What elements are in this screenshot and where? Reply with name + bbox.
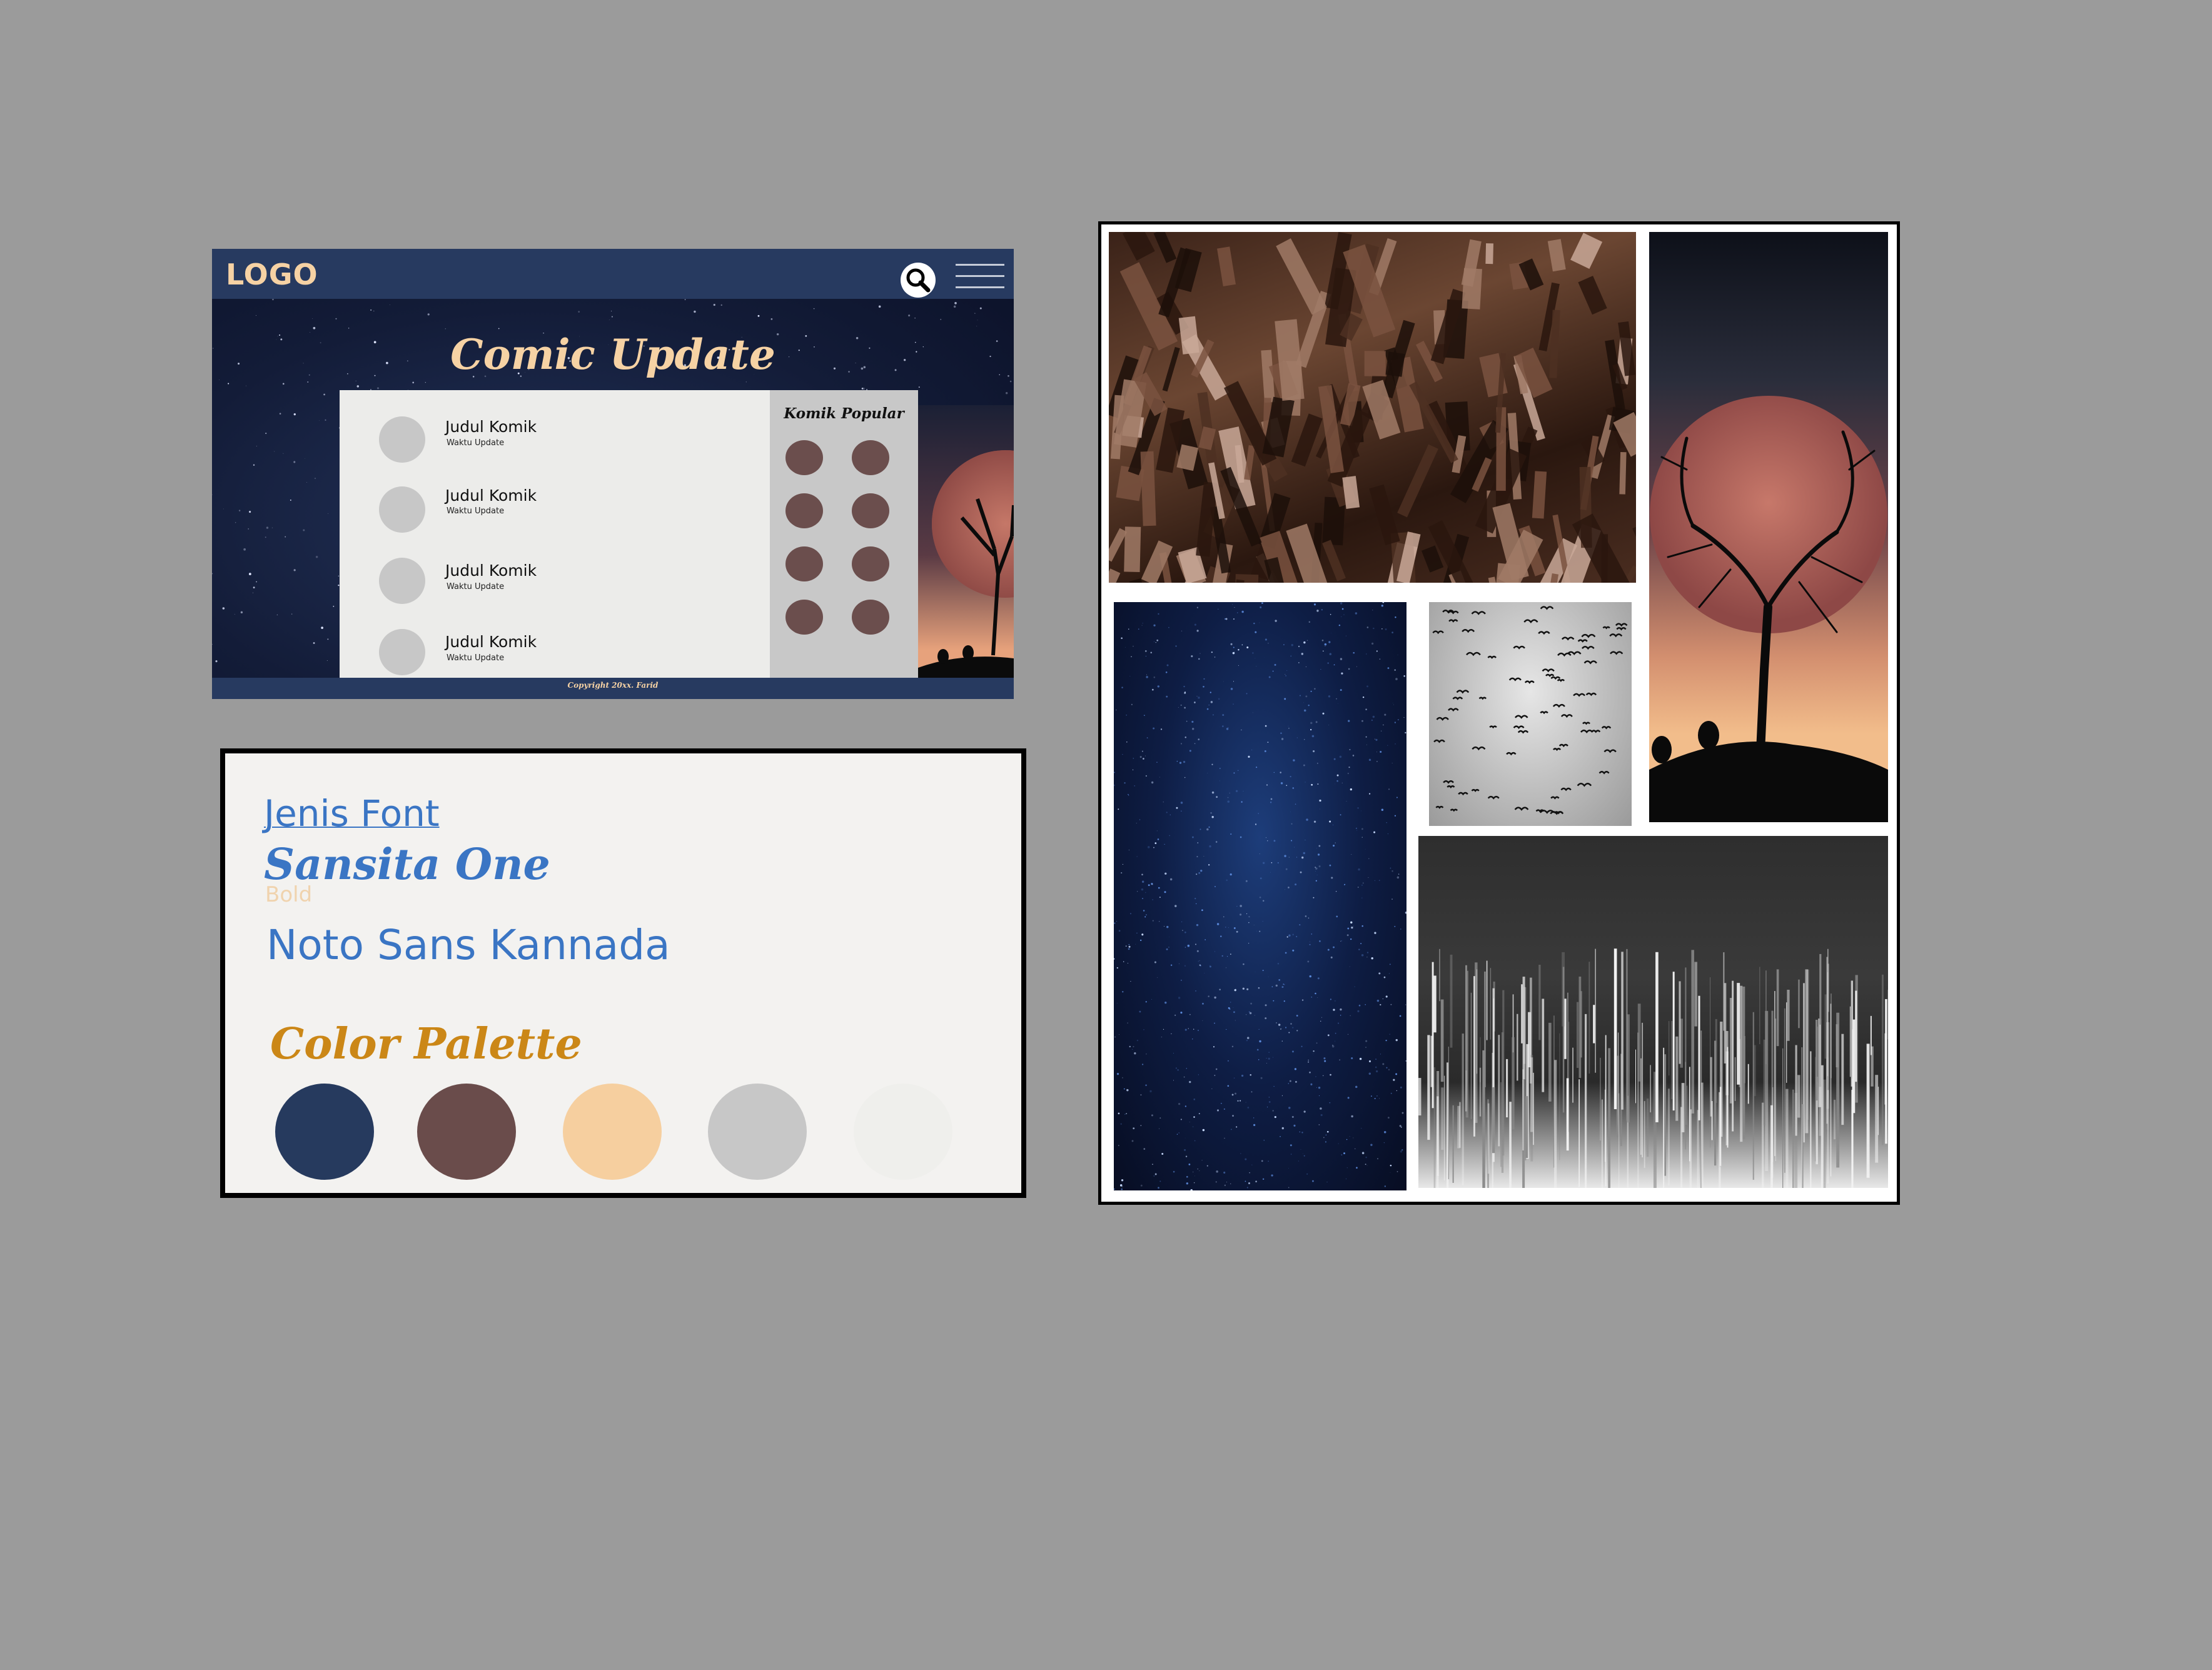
popular-comic-thumb[interactable] [852, 493, 889, 528]
chocolate-shards-image [1109, 232, 1636, 583]
palette-heading: Color Palette [270, 1019, 582, 1069]
comic-title[interactable]: Judul Komik [445, 418, 537, 436]
color-swatch-offwhite [854, 1084, 952, 1180]
page-headline: Comic Update [450, 330, 775, 379]
moodboard [1098, 221, 1900, 1205]
color-swatch-peach [563, 1084, 662, 1180]
copyright-text: Copyright 20xx. Farid [567, 681, 659, 690]
moon-tree-image-large [1649, 232, 1888, 822]
popular-comic-thumb[interactable] [852, 546, 889, 581]
color-swatch-gray [708, 1084, 807, 1180]
logo[interactable]: LOGO [226, 258, 318, 291]
search-icon[interactable] [901, 263, 936, 298]
comic-thumbnail[interactable] [379, 558, 425, 604]
website-mockup: LOGO Comic Update Komik Popular Judul Ko… [212, 249, 1014, 699]
popular-comic-thumb[interactable] [785, 546, 823, 581]
hamburger-menu-icon[interactable] [953, 259, 1007, 294]
birds-flock-image [1429, 602, 1632, 826]
color-swatch-brown [417, 1084, 516, 1180]
popular-comic-thumb[interactable] [785, 440, 823, 475]
comic-update-time: Waktu Update [447, 653, 505, 663]
font-sample-secondary: Noto Sans Kannada [266, 921, 670, 969]
moon-tree-image [918, 405, 1014, 678]
comic-title[interactable]: Judul Komik [445, 633, 537, 651]
comic-thumbnail[interactable] [379, 629, 425, 675]
popular-sidebar [770, 390, 918, 678]
popular-comic-thumb[interactable] [785, 493, 823, 528]
popular-comic-thumb[interactable] [785, 600, 823, 635]
comic-update-time: Waktu Update [447, 438, 505, 448]
font-heading[interactable]: Jenis Font [264, 792, 440, 835]
popular-comic-thumb[interactable] [852, 440, 889, 475]
comic-title[interactable]: Judul Komik [445, 486, 537, 505]
font-weight-label: Bold [265, 882, 313, 907]
color-swatch-navy [275, 1084, 374, 1180]
comic-thumbnail[interactable] [379, 486, 425, 533]
comic-thumbnail[interactable] [379, 416, 425, 463]
comic-update-time: Waktu Update [447, 582, 505, 591]
style-guide-card: Jenis Font Sansita One Bold Noto Sans Ka… [220, 748, 1026, 1198]
popular-title: Komik Popular [784, 405, 904, 422]
starry-sky-image [1114, 602, 1406, 1190]
popular-comic-thumb[interactable] [852, 600, 889, 635]
comic-title[interactable]: Judul Komik [445, 561, 537, 580]
top-nav-bar [212, 249, 1014, 299]
comic-update-time: Waktu Update [447, 506, 505, 516]
brush-stroke-image [1418, 836, 1888, 1188]
